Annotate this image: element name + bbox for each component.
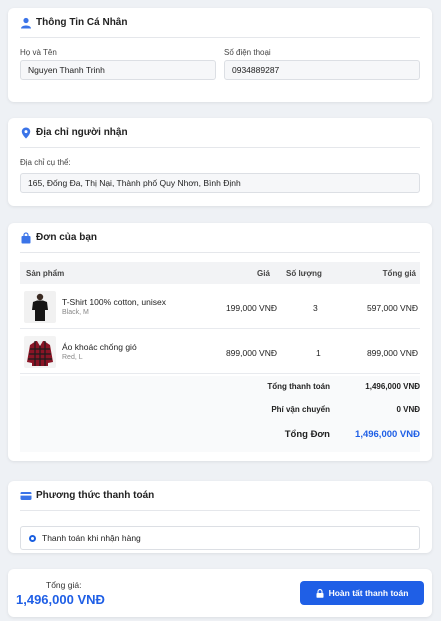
address-card: Địa chỉ người nhận Địa chỉ cụ thể: 165, … [8, 118, 432, 206]
payment-header: Phương thức thanh toán [20, 481, 420, 511]
subtotal-line: Tổng thanh toán 1,496,000 VNĐ [20, 376, 420, 398]
order-table-header: Sản phẩm Giá Số lượng Tổng giá [20, 262, 420, 284]
product-name: T-Shirt 100% cotton, unisex [62, 297, 166, 307]
shipping-value: 0 VNĐ [396, 405, 420, 414]
complete-payment-button[interactable]: Hoàn tất thanh toán [300, 581, 424, 605]
payment-option-label: Thanh toán khi nhận hàng [42, 533, 141, 543]
address-field[interactable]: 165, Đống Đa, Thị Nại, Thành phố Quy Nhơ… [20, 173, 420, 193]
th-quantity: Số lượng [286, 269, 322, 278]
subtotal-value: 1,496,000 VNĐ [365, 382, 420, 391]
product-price: 199,000 VNĐ [225, 303, 277, 313]
product-image-jacket [24, 336, 56, 368]
shipping-line: Phí vận chuyển 0 VNĐ [20, 399, 420, 421]
product-variant: Black, M [62, 309, 89, 316]
order-summary: Tổng thanh toán 1,496,000 VNĐ Phí vận ch… [20, 376, 420, 452]
shopping-bag-icon [20, 231, 32, 244]
order-header: Đơn của bạn [20, 223, 420, 253]
product-image-tshirt [24, 291, 56, 323]
phone-field[interactable]: 0934889287 [224, 60, 420, 80]
address-header: Địa chỉ người nhận [20, 118, 420, 148]
product-quantity: 3 [313, 303, 318, 313]
lock-icon [316, 588, 324, 598]
name-label: Họ và Tên [20, 48, 57, 57]
order-title: Đơn của bạn [36, 232, 98, 243]
map-pin-icon [20, 127, 32, 139]
payment-card: Phương thức thanh toán Thanh toán khi nh… [8, 481, 432, 553]
payment-title: Phương thức thanh toán [36, 490, 155, 501]
complete-payment-label: Hoàn tất thanh toán [328, 588, 409, 598]
grand-total-line: Tổng Đơn 1,496,000 VNĐ [20, 423, 420, 445]
product-total: 899,000 VNĐ [366, 348, 418, 358]
th-product: Sản phẩm [26, 269, 65, 278]
personal-info-card: Thông Tin Cá Nhân Họ và Tên Nguyen Thanh… [8, 8, 432, 102]
address-title: Địa chỉ người nhận [36, 127, 128, 138]
product-quantity: 1 [316, 348, 321, 358]
footer-total-value: 1,496,000 VNĐ [16, 592, 105, 607]
checkout-footer: Tổng giá: 1,496,000 VNĐ Hoàn tất thanh t… [8, 569, 432, 617]
personal-info-title: Thông Tin Cá Nhân [36, 17, 128, 28]
product-variant: Red, L [62, 354, 83, 361]
grand-total-value: 1,496,000 VNĐ [355, 429, 420, 440]
address-label: Địa chỉ cụ thể: [20, 158, 71, 167]
th-price: Giá [257, 269, 270, 278]
subtotal-label: Tổng thanh toán [267, 382, 330, 391]
personal-info-header: Thông Tin Cá Nhân [20, 8, 420, 38]
order-row: Áo khoác chống gió Red, L 899,000 VNĐ 1 … [20, 330, 420, 374]
product-name: Áo khoác chống gió [62, 342, 137, 352]
order-card: Đơn của bạn Sản phẩm Giá Số lượng Tổng g… [8, 223, 432, 461]
order-row: T-Shirt 100% cotton, unisex Black, M 199… [20, 285, 420, 329]
user-icon [20, 17, 32, 29]
phone-label: Số điện thoại [224, 48, 271, 57]
th-total: Tổng giá [382, 269, 416, 278]
radio-selected-icon[interactable] [29, 534, 36, 542]
credit-card-icon [20, 490, 32, 502]
product-total: 597,000 VNĐ [366, 303, 418, 313]
footer-total-label: Tổng giá: [46, 580, 82, 590]
shipping-label: Phí vận chuyển [271, 405, 330, 414]
payment-option-cod[interactable]: Thanh toán khi nhận hàng [20, 526, 420, 550]
product-price: 899,000 VNĐ [225, 348, 277, 358]
name-field[interactable]: Nguyen Thanh Trinh [20, 60, 216, 80]
grand-total-label: Tổng Đơn [284, 429, 330, 440]
